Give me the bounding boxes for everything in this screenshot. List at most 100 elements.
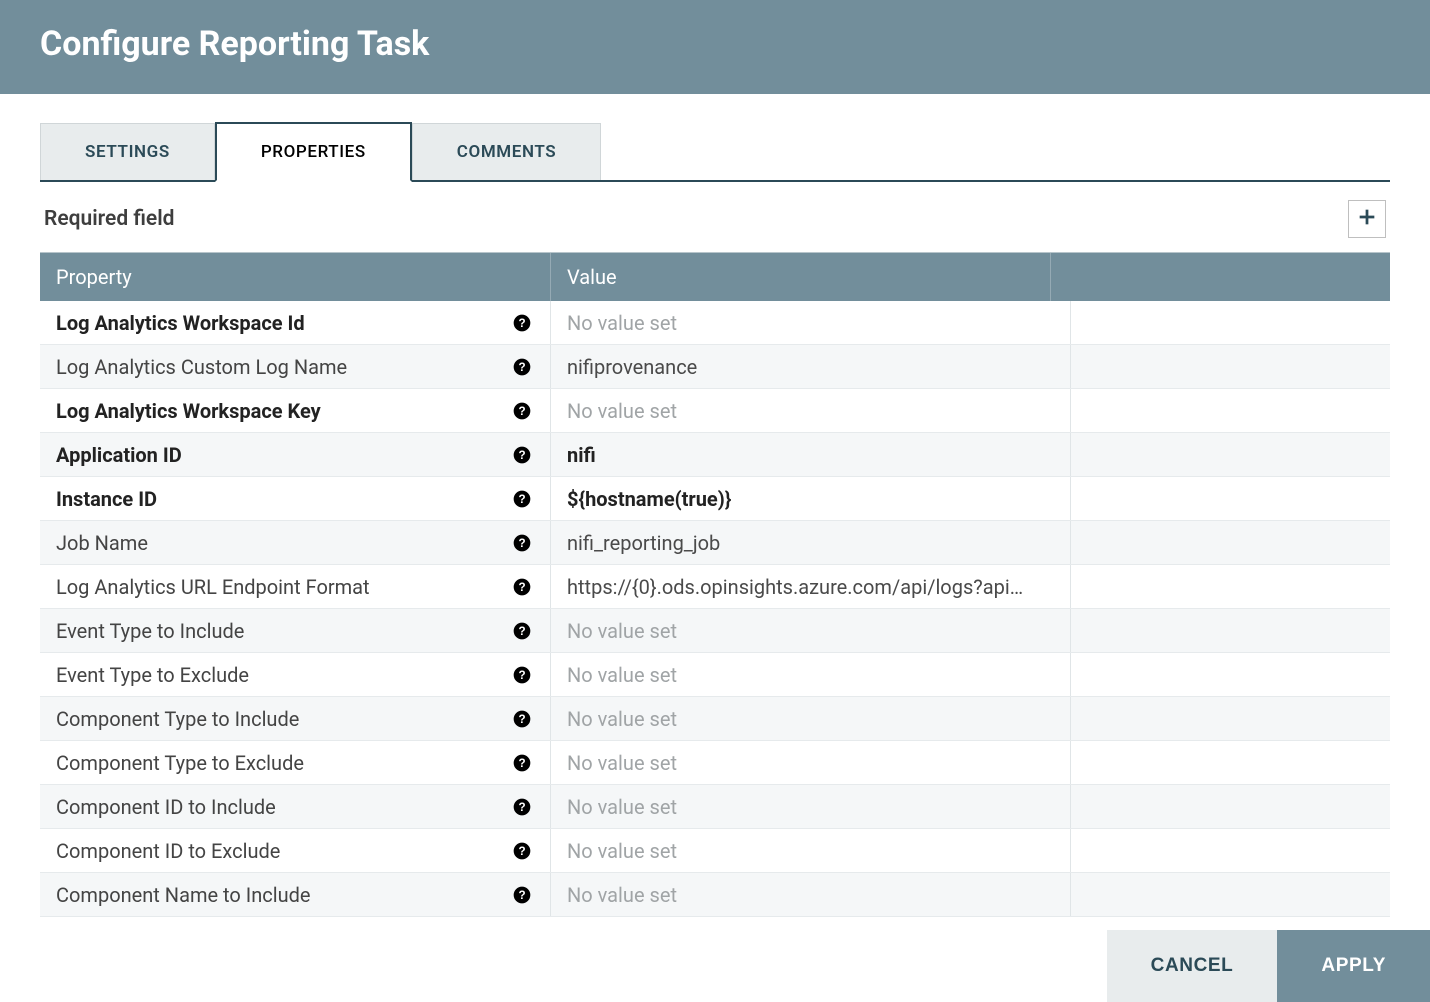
property-value-cell[interactable]: No value set <box>550 301 1070 344</box>
help-icon[interactable]: ? <box>512 401 532 421</box>
svg-text:?: ? <box>518 449 525 462</box>
plus-icon <box>1356 206 1378 232</box>
help-icon[interactable]: ? <box>512 709 532 729</box>
properties-top-bar: Required field <box>40 182 1390 252</box>
table-row: Component Name to Include? No value set <box>40 873 1390 917</box>
property-extra-cell <box>1070 301 1390 344</box>
property-extra-cell <box>1070 521 1390 564</box>
help-icon[interactable]: ? <box>512 753 532 773</box>
svg-text:?: ? <box>518 889 525 902</box>
table-row: Component Type to Exclude?No value set <box>40 741 1390 785</box>
property-extra-cell <box>1070 609 1390 652</box>
column-header-property: Property <box>40 253 550 301</box>
svg-text:?: ? <box>518 537 525 550</box>
property-value-cell[interactable]: nifi_reporting_job <box>550 521 1070 564</box>
svg-text:?: ? <box>518 801 525 814</box>
property-value-cell[interactable]: No value set <box>550 697 1070 740</box>
property-name-cell: Component Name to Include? <box>40 873 550 916</box>
property-value: ${hostname(true)} <box>567 487 1054 511</box>
property-value-cell[interactable]: No value set <box>550 829 1070 872</box>
help-icon[interactable]: ? <box>512 313 532 333</box>
help-icon[interactable]: ? <box>512 885 532 905</box>
dialog-content: SETTINGSPROPERTIESCOMMENTS Required fiel… <box>0 94 1430 930</box>
tab-comments[interactable]: COMMENTS <box>412 123 601 180</box>
property-extra-cell <box>1070 697 1390 740</box>
dialog-footer: CANCEL APPLY <box>0 930 1430 1002</box>
cancel-button[interactable]: CANCEL <box>1107 930 1278 1002</box>
property-value: nifiprovenance <box>567 355 1054 379</box>
dialog-header: Configure Reporting Task <box>0 0 1430 94</box>
table-body: Log Analytics Workspace Id?No value setL… <box>40 301 1390 930</box>
property-name: Log Analytics Custom Log Name <box>56 355 502 379</box>
property-name-cell: Log Analytics Custom Log Name? <box>40 345 550 388</box>
property-value: No value set <box>567 399 1054 423</box>
help-icon[interactable]: ? <box>512 489 532 509</box>
svg-text:?: ? <box>518 757 525 770</box>
table-row: Log Analytics Custom Log Name? nifiproven… <box>40 345 1390 389</box>
property-value-cell[interactable]: No value set <box>550 785 1070 828</box>
help-icon[interactable]: ? <box>512 797 532 817</box>
help-icon[interactable]: ? <box>512 621 532 641</box>
property-name-cell: Event Type to Exclude? <box>40 653 550 696</box>
property-name-cell: Component Type to Include? <box>40 697 550 740</box>
property-value: nifi <box>567 443 1054 467</box>
table-row: Log Analytics Workspace Key? No value set <box>40 389 1390 433</box>
apply-button[interactable]: APPLY <box>1277 930 1430 1002</box>
property-extra-cell <box>1070 389 1390 432</box>
help-icon[interactable]: ? <box>512 445 532 465</box>
property-name: Event Type to Include <box>56 619 502 643</box>
property-value-cell[interactable]: No value set <box>550 609 1070 652</box>
property-name-cell: Event Type to Include? <box>40 609 550 652</box>
help-icon[interactable]: ? <box>512 841 532 861</box>
property-extra-cell <box>1070 433 1390 476</box>
property-value: No value set <box>567 707 1054 731</box>
property-value: No value set <box>567 839 1054 863</box>
add-property-button[interactable] <box>1348 200 1386 238</box>
property-name: Application ID <box>56 443 502 467</box>
property-name-cell: Component Type to Exclude? <box>40 741 550 784</box>
column-header-extra <box>1050 253 1390 301</box>
property-name-cell: Job Name? <box>40 521 550 564</box>
property-name-cell: Log Analytics Workspace Key? <box>40 389 550 432</box>
property-value-cell[interactable]: No value set <box>550 741 1070 784</box>
property-value-cell[interactable]: ${hostname(true)} <box>550 477 1070 520</box>
property-name: Event Type to Exclude <box>56 663 502 687</box>
tab-properties[interactable]: PROPERTIES <box>215 122 412 182</box>
property-extra-cell <box>1070 785 1390 828</box>
property-name-cell: Component ID to Include? <box>40 785 550 828</box>
property-name: Component Name to Include <box>56 883 502 907</box>
property-value-cell[interactable]: https://{0}.ods.opinsights.azure.com/api… <box>550 565 1070 608</box>
help-icon[interactable]: ? <box>512 577 532 597</box>
svg-text:?: ? <box>518 625 525 638</box>
help-icon[interactable]: ? <box>512 665 532 685</box>
property-value-cell[interactable]: No value set <box>550 653 1070 696</box>
svg-text:?: ? <box>518 361 525 374</box>
svg-text:?: ? <box>518 405 525 418</box>
dialog-title: Configure Reporting Task <box>40 24 1390 64</box>
property-name: Log Analytics Workspace Key <box>56 399 502 423</box>
property-extra-cell <box>1070 565 1390 608</box>
property-value: No value set <box>567 795 1054 819</box>
property-value: No value set <box>567 883 1054 907</box>
help-icon[interactable]: ? <box>512 533 532 553</box>
property-extra-cell <box>1070 741 1390 784</box>
property-extra-cell <box>1070 477 1390 520</box>
table-header: Property Value <box>40 253 1390 301</box>
property-value: nifi_reporting_job <box>567 531 1054 555</box>
svg-text:?: ? <box>518 493 525 506</box>
property-value-cell[interactable]: nifiprovenance <box>550 345 1070 388</box>
svg-text:?: ? <box>518 317 525 330</box>
svg-text:?: ? <box>518 669 525 682</box>
property-name: Log Analytics Workspace Id <box>56 311 502 335</box>
property-value-cell[interactable]: No value set <box>550 873 1070 916</box>
property-name: Job Name <box>56 531 502 555</box>
help-icon[interactable]: ? <box>512 357 532 377</box>
property-name: Log Analytics URL Endpoint Format <box>56 575 502 599</box>
table-row: Event Type to Include?No value set <box>40 609 1390 653</box>
property-value-cell[interactable]: nifi <box>550 433 1070 476</box>
tab-settings[interactable]: SETTINGS <box>40 123 215 180</box>
property-extra-cell <box>1070 653 1390 696</box>
property-value: https://{0}.ods.opinsights.azure.com/api… <box>567 575 1054 599</box>
property-value-cell[interactable]: No value set <box>550 389 1070 432</box>
property-value: No value set <box>567 311 1054 335</box>
